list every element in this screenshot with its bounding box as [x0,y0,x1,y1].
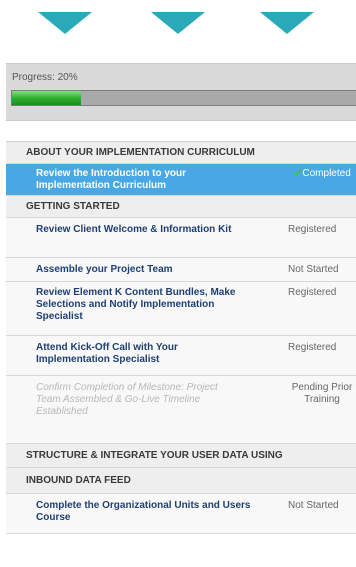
curriculum-item-content-bundles[interactable]: Review Element K Content Bundles, Make S… [6,282,356,336]
item-title[interactable]: Review Element K Content Bundles, Make S… [36,282,254,323]
item-title[interactable]: Review Client Welcome & Information Kit [36,218,254,236]
item-title[interactable]: Assemble your Project Team [36,258,254,276]
item-title[interactable]: Complete the Organizational Units and Us… [36,494,254,524]
curriculum-item-project-team[interactable]: Assemble your Project Team Not Started [6,258,356,282]
section-header: STRUCTURE & INTEGRATE YOUR USER DATA USI… [6,444,356,468]
curriculum-item-milestone: Confirm Completion of Milestone: Project… [6,376,356,444]
step-arrows [0,0,356,52]
progress-bar [11,90,356,106]
item-status: Not Started [288,500,339,511]
item-status: Pending Prior Training [291,382,353,405]
progress-label: Progress: 20% [12,72,78,83]
section-header: GETTING STARTED [6,196,356,218]
item-title[interactable]: Attend Kick-Off Call with Your Implement… [36,336,254,366]
curriculum-item-org-units[interactable]: Complete the Organizational Units and Us… [6,494,356,534]
down-arrow-icon [38,12,92,34]
curriculum-list: ABOUT YOUR IMPLEMENTATION CURRICULUM Rev… [6,141,356,534]
curriculum-item-kickoff-call[interactable]: Attend Kick-Off Call with Your Implement… [6,336,356,376]
progress-panel: Progress: 20% [6,63,356,121]
down-arrow-icon [260,12,314,34]
curriculum-item-introduction[interactable]: Review the Introduction to your Implemen… [6,164,356,196]
item-status: Registered [288,287,337,298]
curriculum-item-welcome-kit[interactable]: Review Client Welcome & Information Kit … [6,218,356,258]
progress-bar-fill [12,91,81,105]
item-status: Not Started [288,264,339,275]
item-title: Confirm Completion of Milestone: Project… [36,382,218,417]
down-arrow-icon [151,12,205,34]
item-title[interactable]: Review the Introduction to your Implemen… [36,164,254,192]
item-status: Registered [288,342,337,353]
progress-value: 20% [57,72,78,83]
section-header: ABOUT YOUR IMPLEMENTATION CURRICULUM [6,142,356,164]
section-header: INBOUND DATA FEED [6,468,356,494]
item-status: ✔Completed [294,168,351,179]
item-status: Registered [288,224,337,235]
